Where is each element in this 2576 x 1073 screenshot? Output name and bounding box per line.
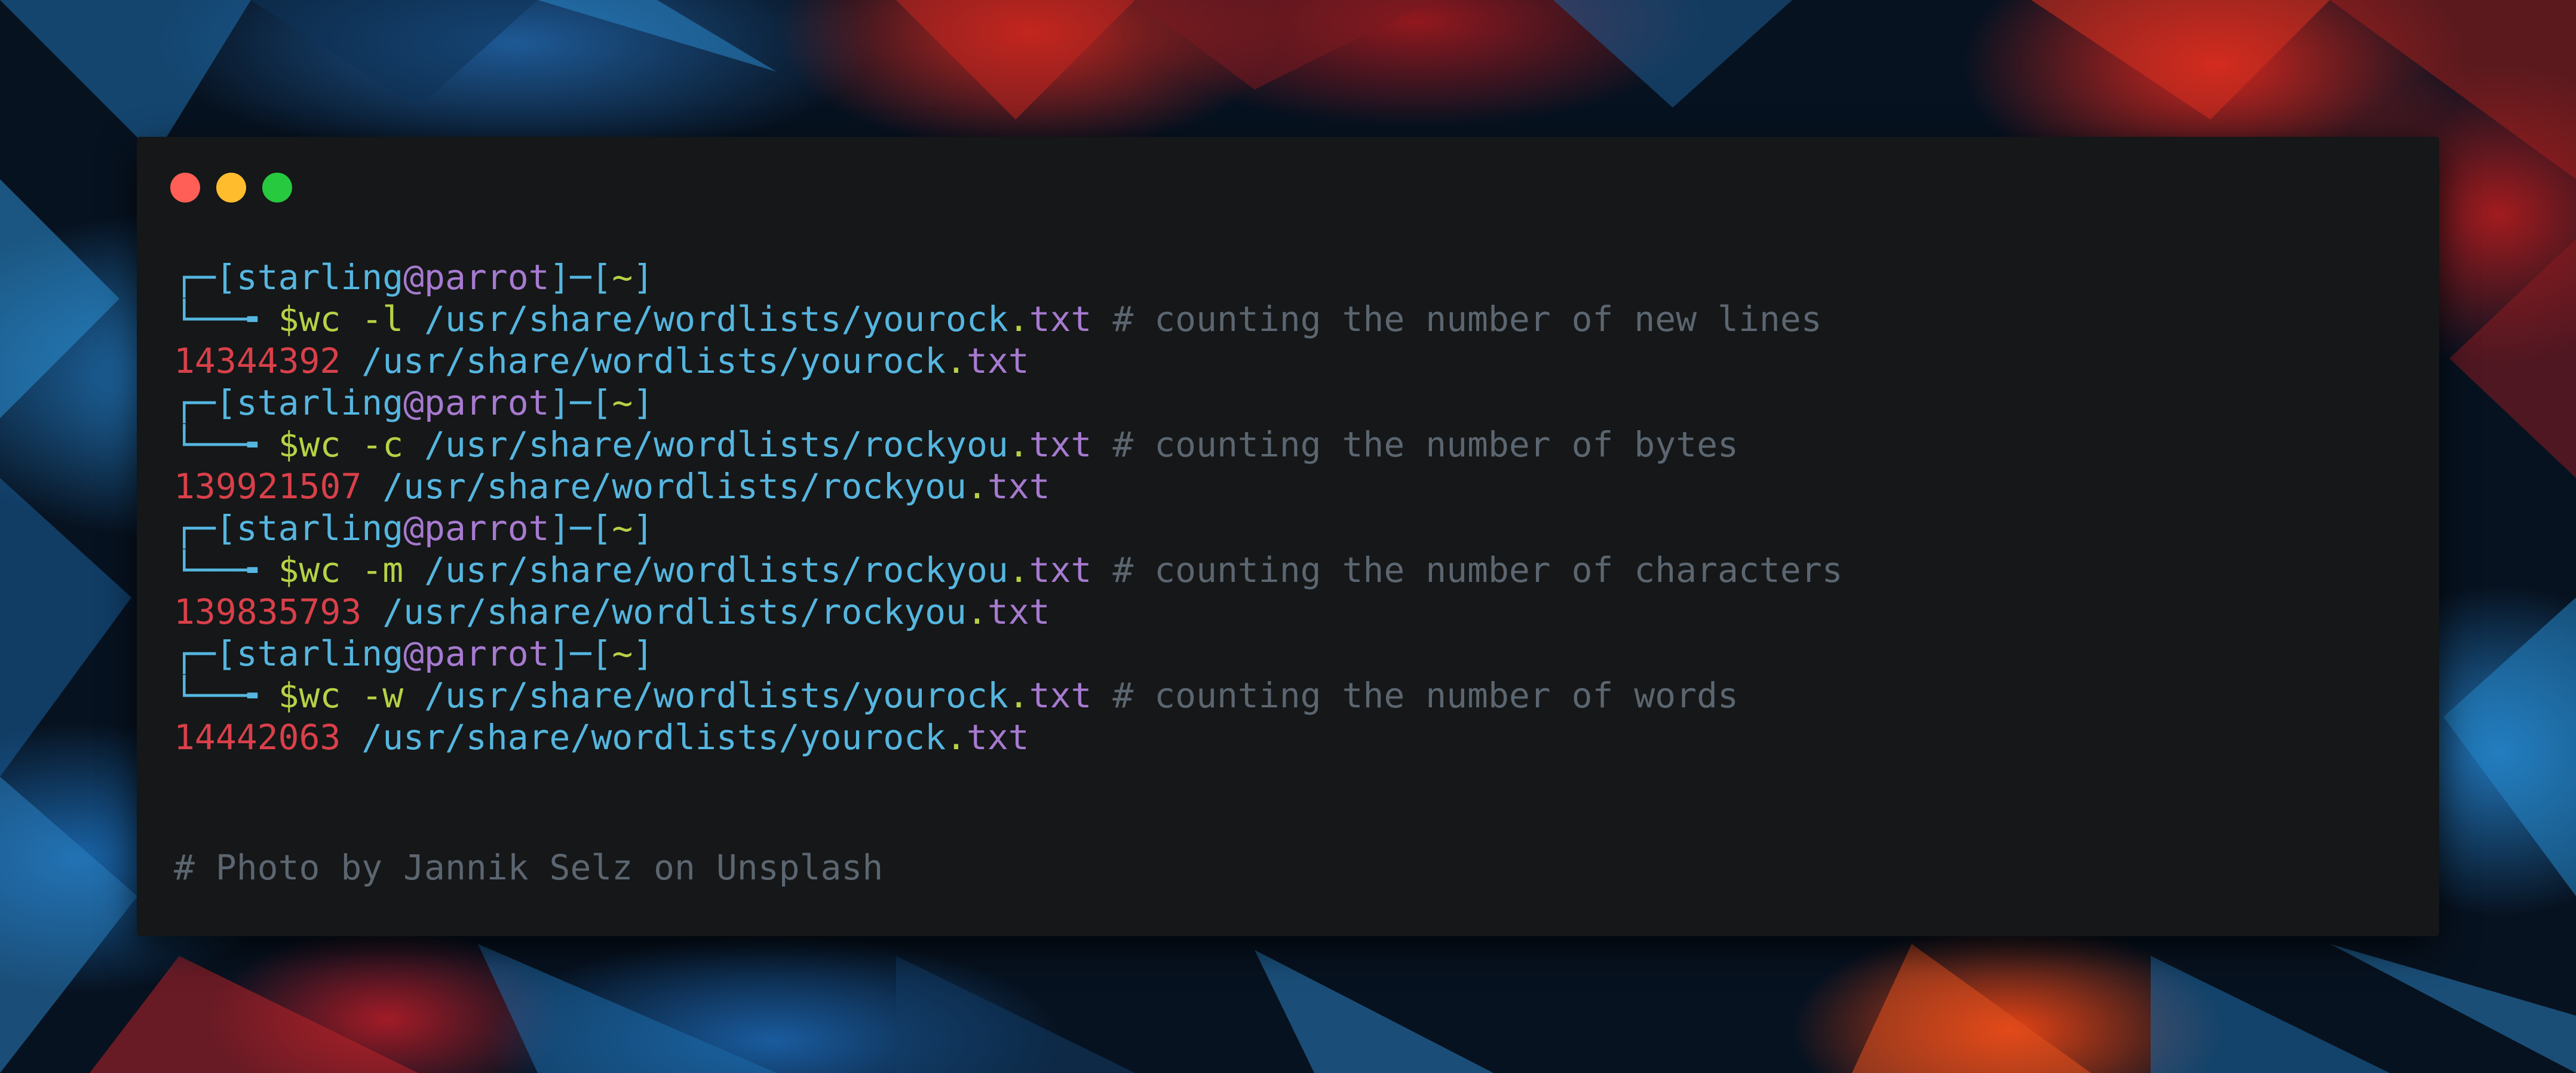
prompt-symbol: $ [278, 550, 299, 590]
close-button[interactable] [170, 173, 200, 203]
output-path: /usr/share/wordlists/rockyou [382, 591, 967, 632]
prompt-bracket-mid: ]─[ [549, 382, 612, 423]
output-count: 139921507 [174, 466, 362, 507]
prompt-at: @ [403, 382, 425, 423]
command-comment: # counting the number of bytes [1112, 424, 1738, 465]
prompt-bracket-mid: ]─[ [549, 633, 612, 674]
prompt-directory: ~ [612, 633, 633, 674]
prompt-bracket-close: ] [633, 382, 654, 423]
command-line: └──╼ $wc -w /usr/share/wordlists/yourock… [174, 675, 2415, 716]
prompt-arrow: └──╼ [174, 550, 278, 590]
prompt-line: ┌─[starling@parrot]─[~] [174, 507, 2415, 549]
prompt-symbol: $ [278, 675, 299, 716]
command-line: └──╼ $wc -m /usr/share/wordlists/rockyou… [174, 549, 2415, 591]
command-line: └──╼ $wc -l /usr/share/wordlists/yourock… [174, 298, 2415, 340]
prompt-bracket-mid: ]─[ [549, 257, 612, 298]
prompt-host: parrot [424, 508, 550, 548]
output-line: 139835793 /usr/share/wordlists/rockyou.t… [174, 591, 2415, 633]
prompt-line: ┌─[starling@parrot]─[~] [174, 256, 2415, 298]
command-path-ext: txt [1029, 299, 1092, 339]
prompt-line: ┌─[starling@parrot]─[~] [174, 382, 2415, 424]
output-count: 139835793 [174, 591, 362, 632]
terminal-output: ┌─[starling@parrot]─[~] └──╼ $wc -l /usr/… [174, 256, 2415, 758]
prompt-user: starling [236, 508, 404, 548]
photo-credit: # Photo by Jannik Selz on Unsplash [174, 847, 884, 888]
output-path-dot: . [946, 341, 967, 381]
terminal-window: ┌─[starling@parrot]─[~] └──╼ $wc -l /usr/… [137, 137, 2439, 936]
command-path-ext: txt [1029, 550, 1092, 590]
output-path-ext: txt [987, 466, 1050, 507]
command-comment: # counting the number of words [1112, 675, 1738, 716]
output-line: 14442063 /usr/share/wordlists/yourock.tx… [174, 716, 2415, 758]
command-flag: -c [361, 424, 404, 465]
command-comment: # counting the number of characters [1112, 550, 1843, 590]
command-line: └──╼ $wc -c /usr/share/wordlists/rockyou… [174, 424, 2415, 465]
prompt-bracket-open: ┌─[ [174, 257, 237, 298]
prompt-at: @ [403, 508, 425, 548]
command-flag: -m [361, 550, 404, 590]
command-name: wc [299, 424, 341, 465]
output-path-dot: . [946, 717, 967, 758]
prompt-host: parrot [424, 257, 550, 298]
prompt-bracket-open: ┌─[ [174, 633, 237, 674]
output-path-ext: txt [987, 591, 1050, 632]
prompt-host: parrot [424, 382, 550, 423]
prompt-bracket-close: ] [633, 508, 654, 548]
command-path-dot: . [1008, 299, 1029, 339]
command-path: /usr/share/wordlists/yourock [424, 675, 1008, 716]
output-path: /usr/share/wordlists/yourock [361, 341, 946, 381]
command-flag: -l [361, 299, 404, 339]
command-path: /usr/share/wordlists/rockyou [424, 550, 1008, 590]
output-path-dot: . [966, 591, 988, 632]
command-path-ext: txt [1029, 424, 1092, 465]
command-name: wc [299, 299, 341, 339]
prompt-symbol: $ [278, 424, 299, 465]
maximize-button[interactable] [262, 173, 292, 203]
command-name: wc [299, 550, 341, 590]
command-flag: -w [361, 675, 404, 716]
output-line: 14344392 /usr/share/wordlists/yourock.tx… [174, 340, 2415, 382]
output-count: 14442063 [174, 717, 341, 758]
prompt-directory: ~ [612, 508, 633, 548]
command-path: /usr/share/wordlists/rockyou [424, 424, 1008, 465]
prompt-line: ┌─[starling@parrot]─[~] [174, 633, 2415, 675]
output-path: /usr/share/wordlists/yourock [361, 717, 946, 758]
output-count: 14344392 [174, 341, 341, 381]
prompt-at: @ [403, 257, 425, 298]
prompt-bracket-close: ] [633, 257, 654, 298]
command-path-dot: . [1008, 550, 1029, 590]
prompt-arrow: └──╼ [174, 424, 278, 465]
output-line: 139921507 /usr/share/wordlists/rockyou.t… [174, 465, 2415, 507]
command-name: wc [299, 675, 341, 716]
prompt-bracket-open: ┌─[ [174, 508, 237, 548]
prompt-user: starling [236, 257, 404, 298]
minimize-button[interactable] [216, 173, 246, 203]
prompt-user: starling [236, 633, 404, 674]
prompt-arrow: └──╼ [174, 299, 278, 339]
output-path-dot: . [966, 466, 988, 507]
command-path-dot: . [1008, 424, 1029, 465]
output-path-ext: txt [966, 717, 1029, 758]
prompt-bracket-mid: ]─[ [549, 508, 612, 548]
prompt-at: @ [403, 633, 425, 674]
prompt-bracket-close: ] [633, 633, 654, 674]
command-path: /usr/share/wordlists/yourock [424, 299, 1008, 339]
prompt-directory: ~ [612, 257, 633, 298]
prompt-bracket-open: ┌─[ [174, 382, 237, 423]
prompt-user: starling [236, 382, 404, 423]
output-path-ext: txt [966, 341, 1029, 381]
command-path-ext: txt [1029, 675, 1092, 716]
prompt-symbol: $ [278, 299, 299, 339]
prompt-host: parrot [424, 633, 550, 674]
prompt-directory: ~ [612, 382, 633, 423]
output-path: /usr/share/wordlists/rockyou [382, 466, 967, 507]
prompt-arrow: └──╼ [174, 675, 278, 716]
command-comment: # counting the number of new lines [1112, 299, 1822, 339]
window-controls [170, 173, 292, 203]
command-path-dot: . [1008, 675, 1029, 716]
